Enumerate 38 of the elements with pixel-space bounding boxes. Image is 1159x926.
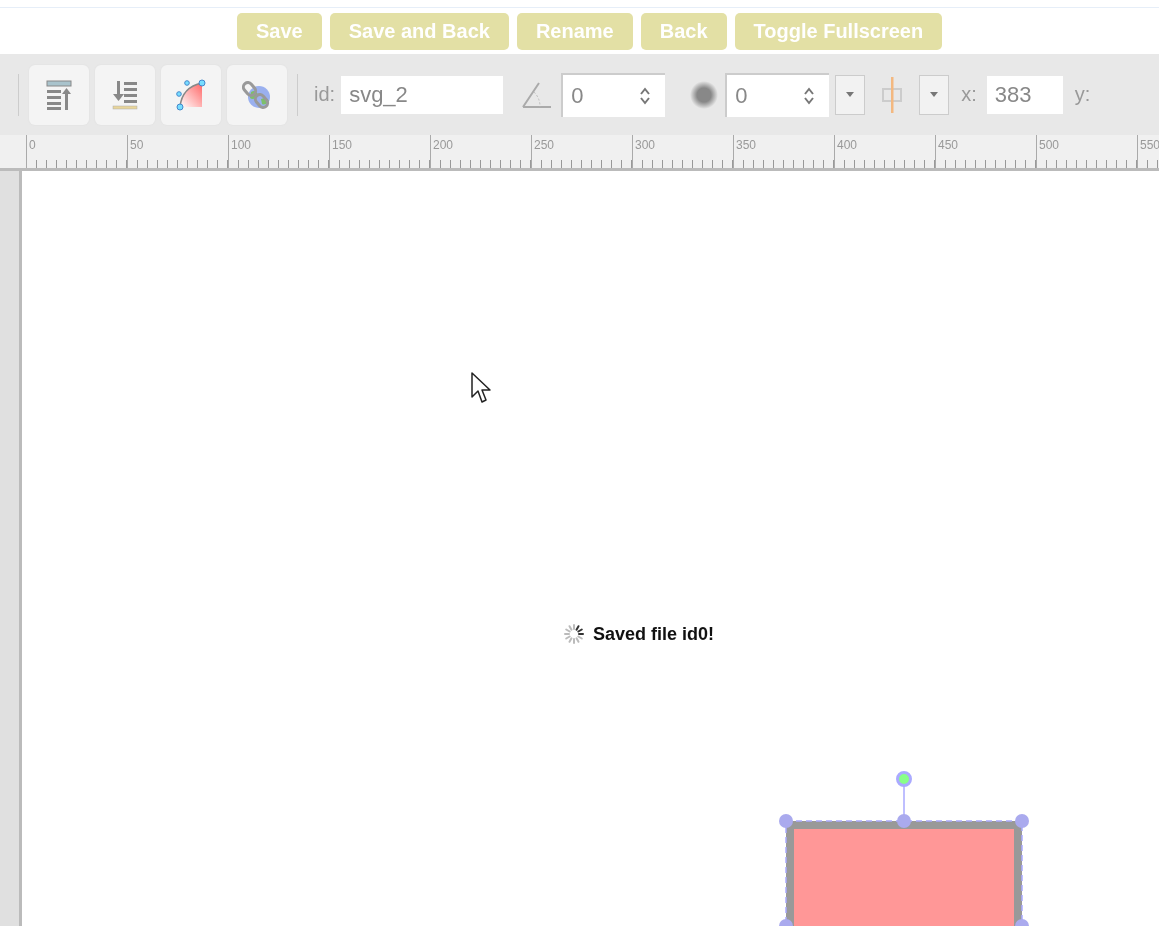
- blur-spinner[interactable]: 0: [725, 72, 830, 117]
- ruler-label: 400: [836, 138, 858, 152]
- x-label: x:: [961, 83, 977, 106]
- dropdown-button[interactable]: [835, 74, 866, 115]
- ruler-label: 450: [937, 138, 959, 152]
- spin-arrows-icon[interactable]: [803, 86, 816, 105]
- top-button[interactable]: Back: [640, 12, 727, 50]
- move-to-bottom-icon[interactable]: [95, 64, 155, 125]
- align-icon[interactable]: [881, 76, 904, 113]
- top-button[interactable]: Toggle Fullscreen: [734, 12, 943, 50]
- id-label: id:: [314, 83, 336, 106]
- id-field[interactable]: svg_2: [341, 75, 504, 114]
- move-to-top-icon[interactable]: [29, 64, 89, 125]
- ruler-label: 300: [634, 138, 656, 152]
- blur-icon: [689, 79, 720, 110]
- status-message: Saved file id0!: [593, 623, 715, 645]
- ruler-label: 200: [432, 138, 454, 152]
- ruler-label: 50: [129, 138, 144, 152]
- path-edit-icon[interactable]: [161, 64, 221, 125]
- caret-icon: [846, 92, 855, 97]
- ruler-label: 350: [735, 138, 757, 152]
- ruler-label: 250: [533, 138, 555, 152]
- spinner-icon: [563, 623, 585, 645]
- ruler-label: 550: [1139, 138, 1159, 152]
- angle-spinner[interactable]: 0: [561, 72, 666, 117]
- caret-icon: [930, 92, 939, 97]
- link-globe-icon[interactable]: [227, 64, 287, 125]
- ruler-label: 0: [28, 138, 36, 152]
- spin-arrows-icon[interactable]: [639, 86, 652, 105]
- top-button[interactable]: Save and Back: [329, 12, 509, 50]
- ruler-label: 100: [230, 138, 252, 152]
- dropdown-button[interactable]: [919, 74, 950, 115]
- y-label: y:: [1074, 83, 1091, 106]
- x-field[interactable]: 383: [986, 75, 1063, 114]
- ruler-label: 150: [331, 138, 353, 152]
- top-button[interactable]: Rename: [516, 12, 633, 50]
- ruler-label: 500: [1038, 138, 1060, 152]
- top-button[interactable]: Save: [237, 12, 322, 50]
